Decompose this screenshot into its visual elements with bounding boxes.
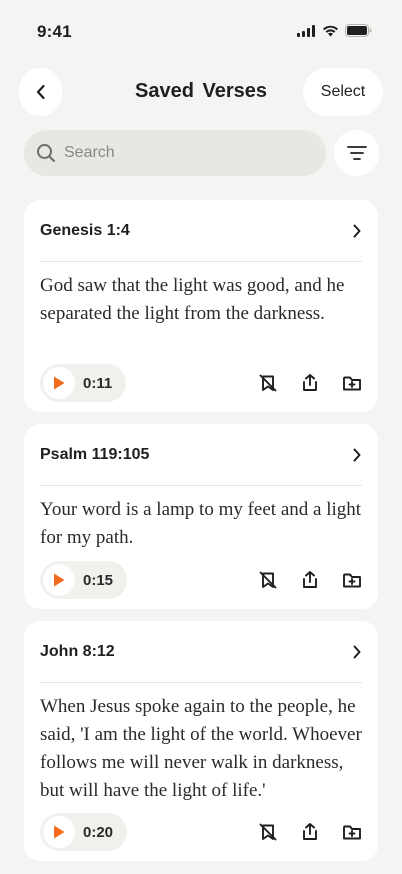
folder-add-icon (343, 825, 361, 840)
verse-icon-group (258, 373, 362, 393)
verse-reference: Genesis 1:4 (40, 221, 130, 239)
chevron-right-icon[interactable] (352, 448, 362, 462)
verse-icon-group (258, 570, 362, 590)
search-input[interactable]: Search (24, 130, 326, 176)
verse-actions: 0:20 (40, 813, 362, 851)
bookmark-off-icon (259, 374, 277, 392)
verse-actions: 0:15 (40, 561, 362, 599)
share-icon (303, 571, 317, 588)
signal-icon (297, 24, 315, 37)
search-row: Search (24, 130, 379, 176)
wifi-icon (323, 25, 338, 36)
audio-player[interactable]: 0:20 (40, 813, 128, 851)
share-icon (303, 374, 317, 391)
verse-card[interactable]: Psalm 119:105 Your word is a lamp to my … (24, 424, 378, 609)
audio-duration: 0:20 (83, 823, 114, 841)
search-placeholder: Search (64, 144, 115, 161)
bookmark-off-icon (259, 823, 277, 841)
chevron-right-icon[interactable] (352, 645, 362, 659)
chevron-right-icon[interactable] (352, 224, 362, 238)
share-icon (303, 823, 317, 840)
share-button[interactable] (300, 373, 320, 393)
verse-icon-group (258, 822, 362, 842)
verse-card[interactable]: John 8:12 When Jesus spoke again to the … (24, 621, 378, 861)
verse-card-header[interactable]: John 8:12 (40, 621, 362, 683)
filter-button[interactable] (334, 130, 379, 176)
folder-add-icon (343, 376, 361, 391)
verse-text: God saw that the light was good, and he … (40, 275, 345, 324)
bookmark-off-icon (259, 571, 277, 589)
verse-reference: Psalm 119:105 (40, 445, 150, 463)
verse-reference: John 8:12 (40, 642, 115, 660)
status-time: 9:41 (37, 22, 72, 41)
audio-player[interactable]: 0:11 (40, 364, 127, 402)
play-button[interactable] (43, 367, 75, 399)
battery-icon (345, 24, 372, 37)
verse-actions: 0:11 (40, 364, 362, 402)
status-icons (297, 24, 372, 37)
add-to-folder-button[interactable] (342, 373, 362, 393)
add-to-folder-button[interactable] (342, 570, 362, 590)
play-button[interactable] (43, 816, 75, 848)
status-bar: 9:41 (0, 0, 402, 60)
search-icon (37, 144, 55, 162)
verse-card-header[interactable]: Genesis 1:4 (40, 200, 362, 262)
filter-lines-icon (346, 146, 367, 160)
unsave-button[interactable] (258, 570, 278, 590)
verse-card-header[interactable]: Psalm 119:105 (40, 424, 362, 486)
unsave-button[interactable] (258, 822, 278, 842)
play-icon (54, 825, 65, 839)
header: Saved Verses Select (0, 68, 402, 116)
share-button[interactable] (300, 822, 320, 842)
share-button[interactable] (300, 570, 320, 590)
play-button[interactable] (43, 564, 75, 596)
folder-add-icon (343, 573, 361, 588)
audio-player[interactable]: 0:15 (40, 561, 128, 599)
unsave-button[interactable] (258, 373, 278, 393)
verse-text: When Jesus spoke again to the people, he… (40, 696, 362, 801)
verse-text: Your word is a lamp to my feet and a lig… (40, 499, 362, 548)
play-icon (54, 376, 65, 390)
play-icon (54, 573, 65, 587)
add-to-folder-button[interactable] (342, 822, 362, 842)
select-button[interactable]: Select (303, 68, 383, 116)
verse-card[interactable]: Genesis 1:4 God saw that the light was g… (24, 200, 378, 412)
audio-duration: 0:11 (83, 374, 113, 392)
audio-duration: 0:15 (83, 571, 114, 589)
